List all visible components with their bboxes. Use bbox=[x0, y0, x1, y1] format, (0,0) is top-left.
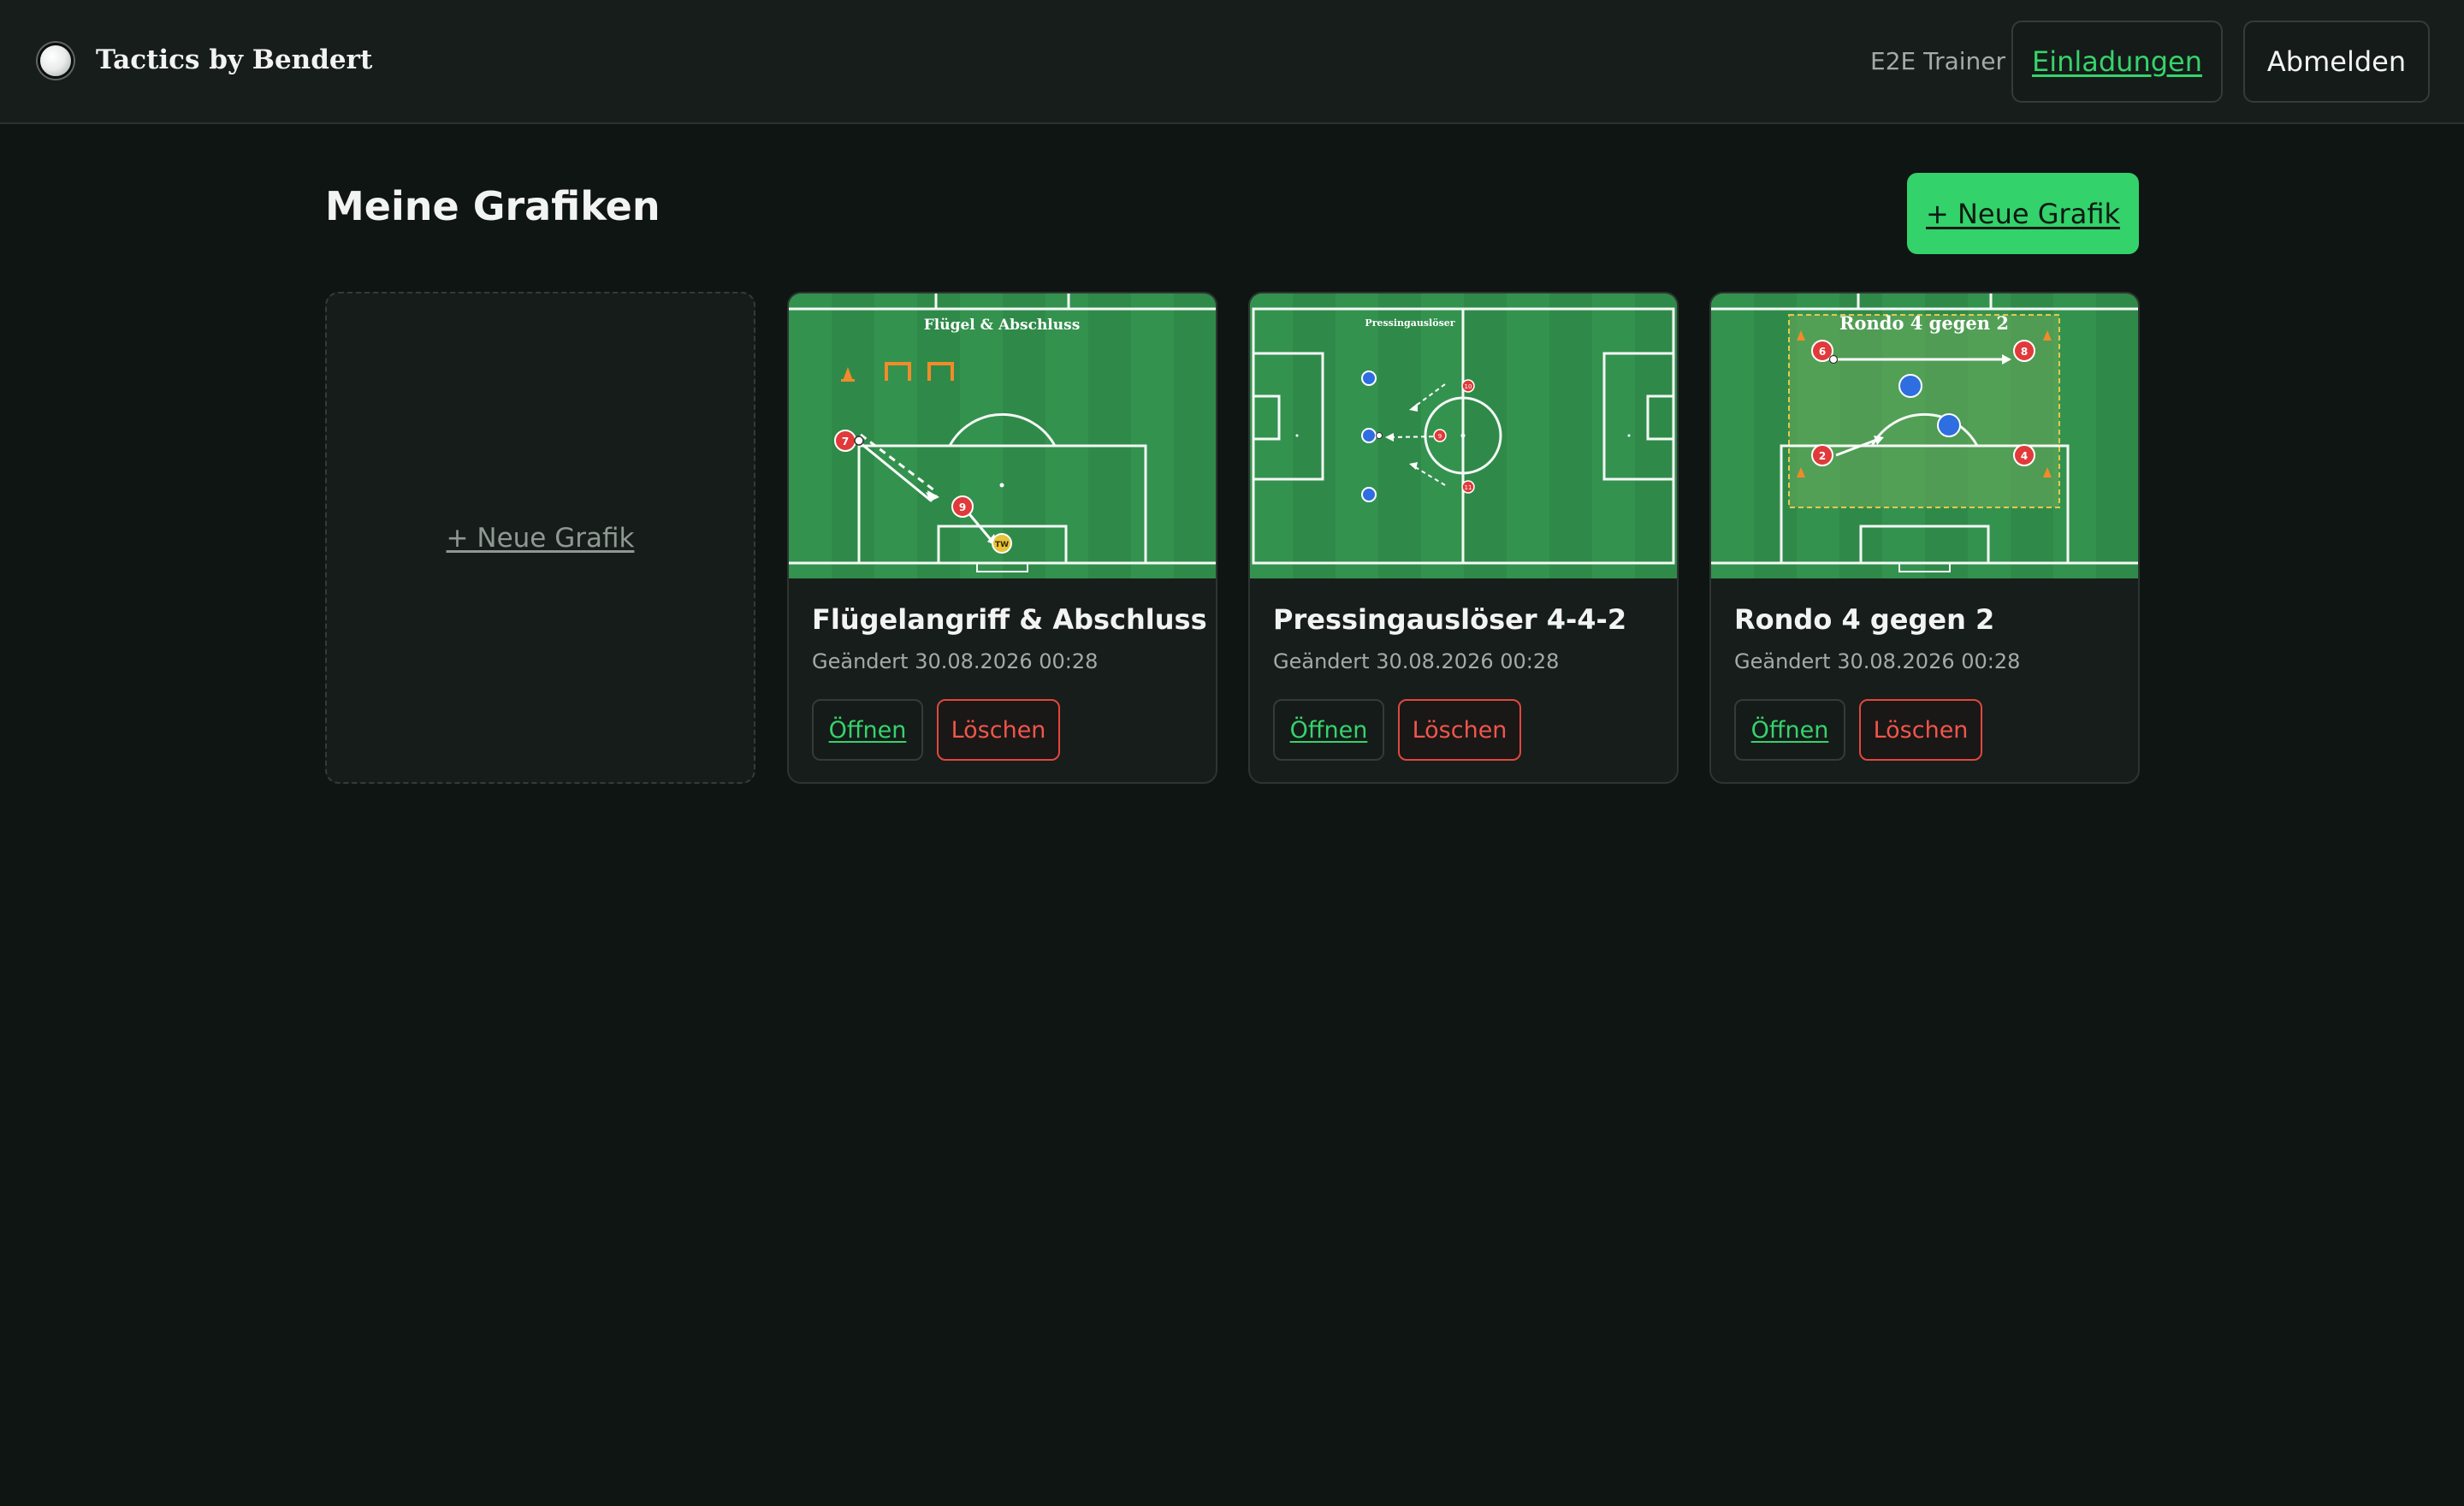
open-button[interactable]: Öffnen bbox=[1273, 699, 1384, 761]
delete-button[interactable]: Löschen bbox=[1859, 699, 1982, 761]
keeper-label: TW bbox=[995, 541, 1009, 549]
graphic-card: 6 8 2 4 Rondo 4 gegen 2 Rondo 4 gegen 2 … bbox=[1709, 292, 2140, 784]
app-brand-name[interactable]: Tactics by Bendert bbox=[96, 44, 372, 75]
top-navigation-bar: Tactics by Bendert E2E Trainer Einladung… bbox=[0, 0, 2464, 124]
invitations-button[interactable]: Einladungen bbox=[2011, 21, 2223, 103]
card-title: Rondo 4 gegen 2 bbox=[1734, 603, 1995, 636]
pitch-thumbnail-rondo[interactable]: 6 8 2 4 Rondo 4 gegen 2 bbox=[1711, 293, 2138, 578]
thumbnail-label: Rondo 4 gegen 2 bbox=[1839, 312, 2009, 334]
new-graphic-card-label[interactable]: + Neue Grafik bbox=[447, 523, 635, 554]
player-number: 4 bbox=[2021, 450, 2028, 462]
page-title: Meine Grafiken bbox=[325, 183, 660, 229]
player-number: 9 bbox=[959, 501, 966, 513]
soccer-ball-logo-icon bbox=[38, 43, 74, 79]
player-number: 11 bbox=[1465, 484, 1472, 491]
delete-button[interactable]: Löschen bbox=[1398, 699, 1521, 761]
card-title: Flügelangriff & Abschluss bbox=[812, 603, 1207, 636]
card-modified-date: Geändert 30.08.2026 00:28 bbox=[1734, 649, 2021, 673]
open-button[interactable]: Öffnen bbox=[812, 699, 923, 761]
graphic-card: 7 9 TW Flügel & Abschluss Flügelangriff … bbox=[787, 292, 1217, 784]
card-title: Pressingauslöser 4-4-2 bbox=[1273, 603, 1627, 636]
graphic-card: 10 9 11 Pressingauslöser Pressingauslöse… bbox=[1248, 292, 1679, 784]
player-number: 6 bbox=[1819, 346, 1826, 358]
player-number: 7 bbox=[842, 436, 849, 448]
open-button[interactable]: Öffnen bbox=[1734, 699, 1845, 761]
delete-button[interactable]: Löschen bbox=[937, 699, 1060, 761]
pitch-thumbnail-wing-attack[interactable]: 7 9 TW Flügel & Abschluss bbox=[789, 293, 1216, 578]
card-modified-date: Geändert 30.08.2026 00:28 bbox=[812, 649, 1099, 673]
thumbnail-label: Pressingauslöser bbox=[1365, 317, 1454, 329]
player-number: 9 bbox=[1438, 433, 1442, 440]
new-graphic-card[interactable]: + Neue Grafik bbox=[325, 292, 755, 784]
player-number: 8 bbox=[2021, 346, 2028, 358]
player-number: 2 bbox=[1819, 450, 1826, 462]
new-graphic-button[interactable]: + Neue Grafik bbox=[1907, 173, 2139, 254]
player-number: 10 bbox=[1465, 383, 1472, 390]
thumbnail-label: Flügel & Abschluss bbox=[924, 317, 1081, 334]
pitch-thumbnail-pressing[interactable]: 10 9 11 Pressingauslöser bbox=[1250, 293, 1677, 578]
logout-button[interactable]: Abmelden bbox=[2243, 21, 2430, 103]
current-user-name: E2E Trainer bbox=[1870, 47, 2006, 75]
card-modified-date: Geändert 30.08.2026 00:28 bbox=[1273, 649, 1560, 673]
